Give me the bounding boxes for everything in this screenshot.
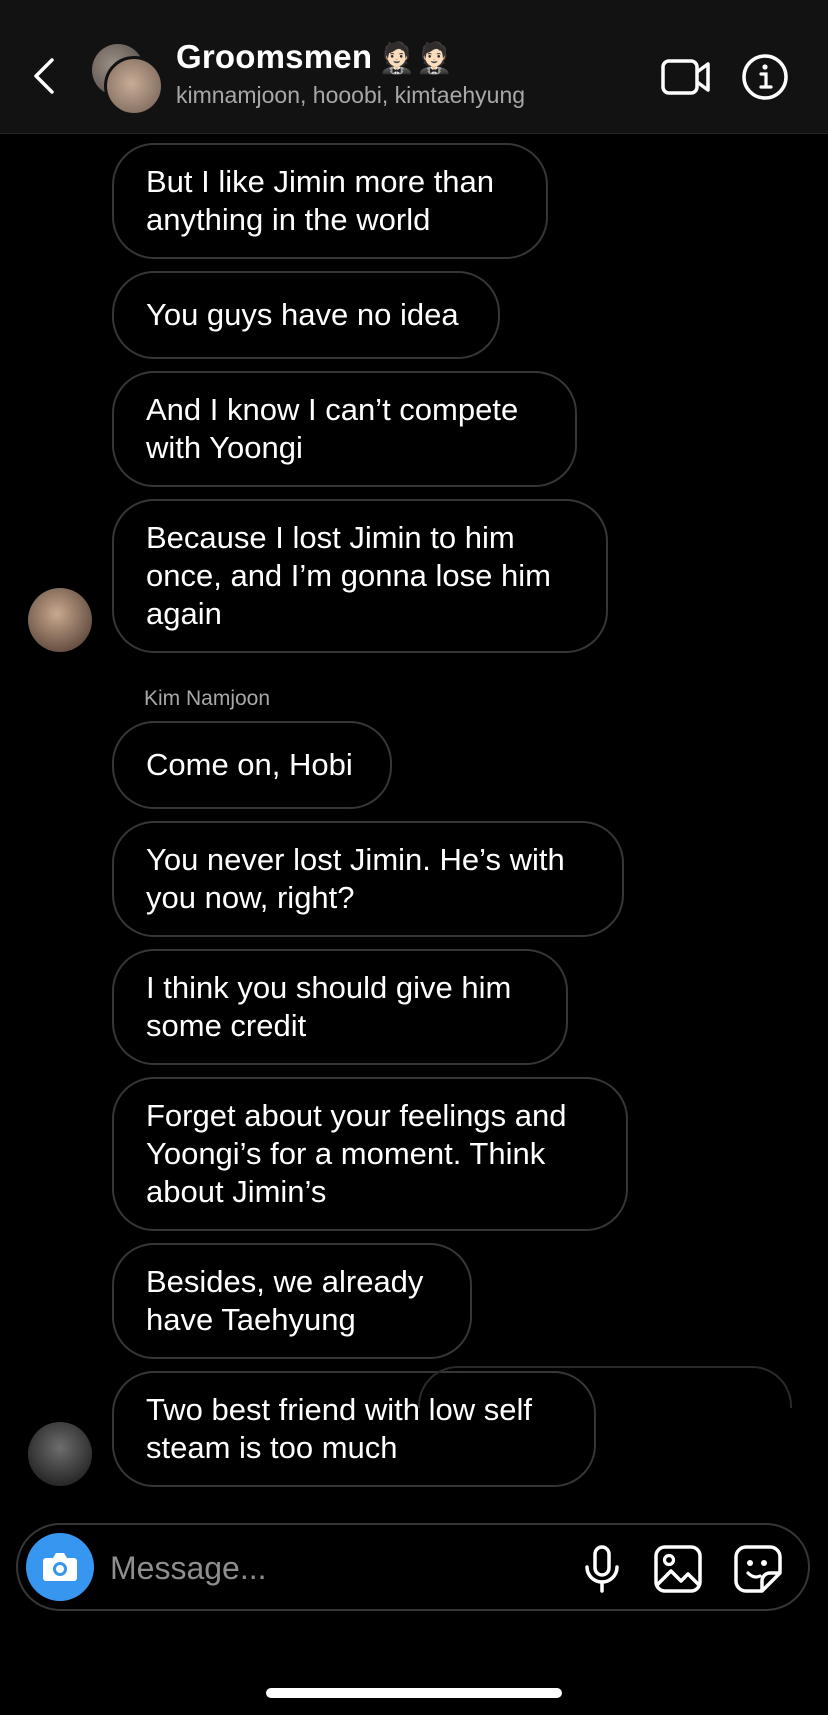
message-bubble[interactable]: Forget about your feelings and Yoongi’s … bbox=[112, 1077, 628, 1231]
title-emoji: 🤵🏻🤵🏻 bbox=[378, 42, 454, 75]
avatar[interactable] bbox=[28, 1422, 92, 1486]
sender-name: Kim Namjoon bbox=[144, 687, 271, 710]
message-bubble[interactable]: I think you should give him some credit bbox=[112, 949, 568, 1065]
sticker-button[interactable] bbox=[732, 1543, 784, 1595]
video-camera-icon bbox=[661, 59, 710, 95]
back-button[interactable] bbox=[28, 52, 64, 100]
message-bubble[interactable]: But I like Jimin more than anything in t… bbox=[112, 143, 548, 259]
sticker-icon bbox=[734, 1545, 782, 1593]
message-bubble[interactable]: And I know I can’t compete with Yoongi bbox=[112, 371, 577, 487]
chat-members[interactable]: kimnamjoon, hooobi, kimtaehyung bbox=[176, 82, 525, 109]
gallery-button[interactable] bbox=[652, 1543, 704, 1595]
avatar bbox=[104, 56, 164, 116]
home-indicator[interactable] bbox=[266, 1688, 562, 1698]
chat-title[interactable]: Groomsmen 🤵🏻🤵🏻 bbox=[176, 38, 453, 76]
chat-header: Groomsmen 🤵🏻🤵🏻 kimnamjoon, hooobi, kimtae… bbox=[0, 0, 828, 134]
info-icon bbox=[742, 54, 788, 100]
camera-button[interactable] bbox=[26, 1533, 94, 1601]
message-bubble[interactable]: You guys have no idea bbox=[112, 271, 500, 359]
video-call-button[interactable] bbox=[660, 52, 712, 102]
info-button[interactable] bbox=[740, 52, 792, 102]
message-thread[interactable]: But I like Jimin more than anything in t… bbox=[0, 134, 828, 1506]
message-bubble-partial bbox=[418, 1366, 792, 1408]
message-input[interactable] bbox=[108, 1545, 512, 1591]
message-bubble[interactable]: Come on, Hobi bbox=[112, 721, 392, 809]
back-chevron-icon bbox=[34, 58, 54, 94]
message-bubble[interactable]: Because I lost Jimin to him once, and I’… bbox=[112, 499, 608, 653]
gallery-icon bbox=[654, 1545, 702, 1593]
group-avatar[interactable] bbox=[90, 42, 164, 116]
microphone-icon bbox=[585, 1545, 619, 1593]
chat-title-text: Groomsmen bbox=[176, 38, 373, 75]
camera-icon bbox=[43, 1553, 77, 1581]
message-composer bbox=[16, 1523, 810, 1611]
avatar[interactable] bbox=[28, 588, 92, 652]
message-bubble[interactable]: Besides, we already have Taehyung bbox=[112, 1243, 472, 1359]
message-bubble[interactable]: You never lost Jimin. He’s with you now,… bbox=[112, 821, 624, 937]
voice-message-button[interactable] bbox=[576, 1543, 628, 1595]
